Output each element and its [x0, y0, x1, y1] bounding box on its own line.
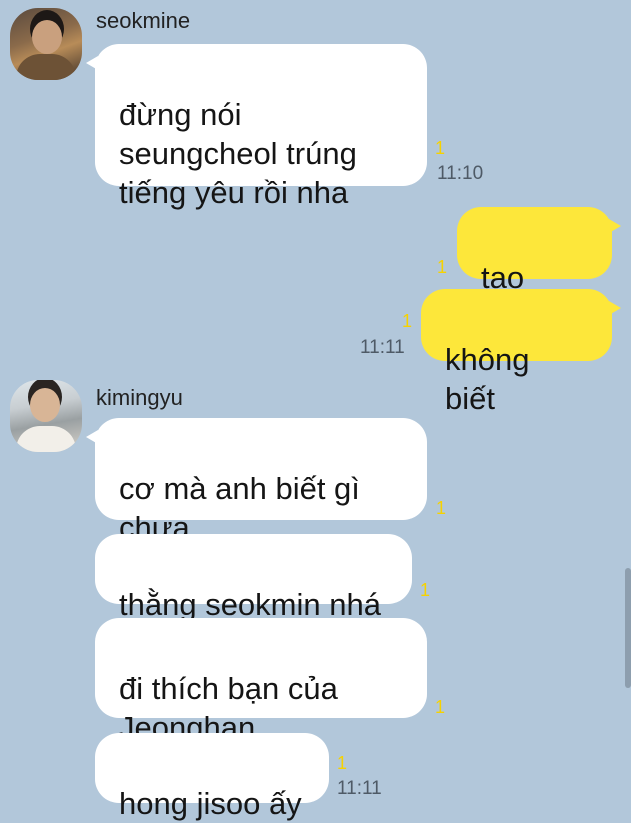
unread-count: 1 — [435, 138, 446, 158]
message-bubble[interactable]: đừng nói seungcheol trúng tiếng yêu rồi … — [86, 44, 427, 210]
message-time: 11:10 — [437, 163, 484, 184]
avatar-face — [32, 20, 62, 54]
avatar-kimingyu[interactable] — [10, 380, 82, 452]
message-text: không biết — [445, 342, 530, 416]
avatar-seokmine[interactable] — [10, 8, 82, 80]
message-bubble-outgoing[interactable]: tao chịu — [457, 207, 621, 334]
avatar-face — [30, 388, 60, 422]
unread-count: 1 — [436, 498, 447, 518]
message-bubble[interactable]: cơ mà anh biết gì chưa — [86, 418, 427, 545]
message-bubble[interactable]: thằng seokmin nhá — [95, 534, 412, 622]
message-bubble[interactable]: đi thích bạn của Jeonghan — [95, 618, 427, 745]
scrollbar-thumb[interactable] — [625, 568, 631, 688]
message-time: 11:11 — [337, 778, 382, 799]
avatar-shoulders — [16, 426, 76, 452]
sender-name-seokmine: seokmine — [96, 8, 191, 33]
message-bubble[interactable]: hong jisoo ấy — [95, 733, 329, 821]
message-text: hong jisoo ấy — [119, 786, 302, 821]
unread-count: 1 — [337, 753, 348, 773]
unread-count: 1 — [402, 311, 413, 331]
message-text: thằng seokmin nhá — [119, 587, 381, 622]
unread-count: 1 — [420, 580, 431, 600]
message-time: 11:11 — [360, 337, 405, 358]
unread-count: 1 — [437, 257, 448, 277]
unread-count: 1 — [435, 697, 446, 717]
message-text: đừng nói seungcheol trúng tiếng yêu rồi … — [119, 97, 357, 210]
sender-name-kimingyu: kimingyu — [96, 385, 183, 410]
avatar-shoulders — [16, 54, 76, 80]
message-bubble-outgoing[interactable]: không biết — [421, 289, 621, 416]
